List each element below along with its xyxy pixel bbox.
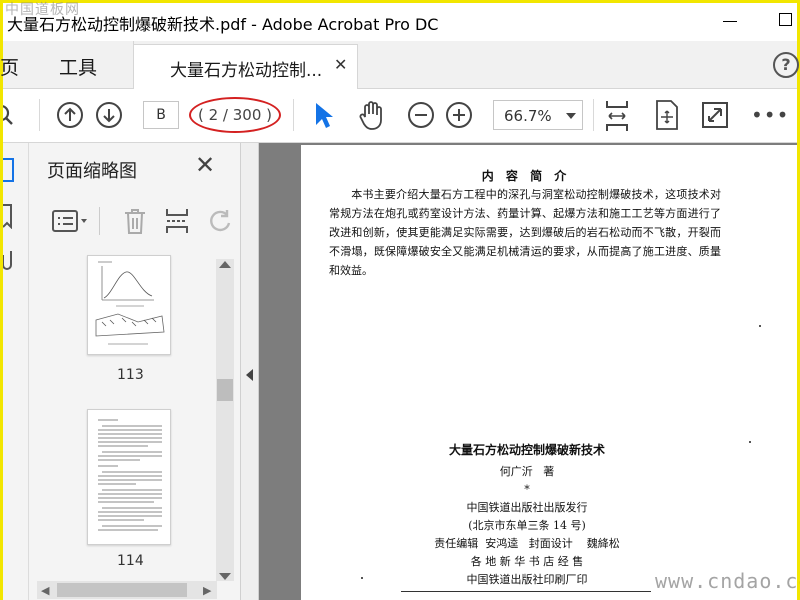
thumbnail-label: 114 — [117, 553, 144, 569]
previous-page-icon[interactable] — [56, 101, 84, 129]
scan-speck — [759, 325, 761, 327]
intro-paragraph: 本书主要介绍大量石方工程中的深孔与洞室松动控制爆破技术，这项技术对常规方法在炮孔… — [329, 185, 721, 280]
help-icon[interactable]: ? — [773, 52, 799, 78]
book-title: 大量石方松动控制爆破新技术 — [448, 443, 605, 457]
collapse-panel-icon[interactable] — [246, 369, 253, 381]
scan-speck — [361, 577, 363, 579]
thumbnail-preview — [95, 261, 165, 345]
menu-home[interactable]: 主页 — [0, 53, 19, 80]
hand-tool-icon[interactable] — [357, 99, 387, 131]
zoom-in-icon[interactable] — [445, 101, 473, 129]
scrollbar-thumb[interactable] — [217, 379, 233, 401]
toolbar: ( 2 / 300 ) 66.7% ••• — [3, 89, 797, 143]
page-thumbnail[interactable] — [87, 409, 171, 545]
page-number-input[interactable] — [143, 101, 179, 129]
menu-tools[interactable]: 工具 — [59, 53, 97, 80]
thumbnails-panel: 页面缩略图 ✕ 113 114 ◀ ▶ — [29, 143, 241, 600]
publisher-line: 中国铁道出版社出版发行 — [466, 501, 588, 514]
toolbar-separator — [99, 207, 100, 235]
bookmarks-icon[interactable] — [3, 203, 15, 229]
watermark-bottom: www.cndao.com — [655, 569, 800, 593]
scroll-left-arrow-icon[interactable]: ◀ — [41, 584, 49, 597]
watermark-top: 中国道板网 — [5, 2, 80, 18]
author-line: 何广沂 著 — [499, 465, 555, 478]
insert-page-icon[interactable] — [164, 207, 190, 235]
document-area[interactable]: 内 容 简 介 本书主要介绍大量石方工程中的深孔与洞室松动控制爆破技术，这项技术… — [259, 143, 797, 600]
search-icon[interactable] — [3, 103, 15, 127]
attachments-icon[interactable] — [3, 247, 15, 273]
panel-splitter[interactable] — [241, 143, 259, 600]
rotate-icon[interactable] — [207, 207, 233, 235]
page-thumbnail[interactable] — [87, 255, 171, 355]
rotate-view-icon[interactable] — [654, 99, 680, 131]
select-arrow-icon[interactable] — [313, 101, 335, 131]
thumbnail-preview — [98, 419, 162, 531]
thumbnails-vertical-scrollbar[interactable] — [216, 259, 234, 581]
distributor-line: 各 地 新 华 书 店 经 售 — [470, 555, 584, 568]
trash-icon[interactable] — [123, 207, 147, 235]
chevron-down-icon — [566, 113, 576, 119]
intro-paragraph-text: 本书主要介绍大量石方工程中的深孔与洞室松动控制爆破技术，这项技术对常规方法在炮孔… — [329, 188, 721, 277]
intro-heading: 内 容 简 介 — [481, 169, 571, 183]
left-navigation-rail — [3, 143, 29, 600]
next-page-icon[interactable] — [95, 101, 123, 129]
more-tools-icon[interactable]: ••• — [751, 103, 789, 127]
page-thumbnails-icon[interactable] — [3, 157, 17, 183]
scroll-up-arrow-icon[interactable] — [219, 261, 231, 268]
close-icon[interactable]: ✕ — [334, 55, 347, 74]
separator-asterisk: * — [524, 483, 530, 496]
thumbnail-options-icon[interactable] — [51, 209, 89, 233]
zoom-out-icon[interactable] — [407, 101, 435, 129]
document-tab[interactable]: 大量石方松动控制... ✕ — [134, 44, 358, 90]
address-line: (北京市东单三条 14 号) — [468, 519, 586, 532]
page-count-highlight-ring — [189, 97, 281, 133]
toolbar-separator — [39, 99, 40, 131]
scrollbar-thumb[interactable] — [57, 583, 187, 597]
scroll-right-arrow-icon[interactable]: ▶ — [203, 584, 211, 597]
thumbnails-horizontal-scrollbar[interactable]: ◀ ▶ — [37, 581, 217, 599]
toolbar-separator — [593, 99, 594, 131]
fit-page-icon[interactable] — [603, 99, 631, 133]
thumbnail-label: 113 — [117, 367, 144, 383]
thumbnails-panel-title: 页面缩略图 — [47, 161, 137, 182]
title-bar: 大量石方松动控制爆破新技术.pdf - Adobe Acrobat Pro DC… — [3, 2, 797, 41]
close-icon[interactable]: ✕ — [195, 151, 215, 179]
thumbnail-tools — [29, 199, 241, 243]
document-page: 内 容 简 介 本书主要介绍大量石方工程中的深孔与洞室松动控制爆破技术，这项技术… — [301, 145, 797, 600]
document-tab-label: 大量石方松动控制... — [170, 61, 323, 81]
zoom-select[interactable]: 66.7% — [493, 100, 583, 130]
toolbar-separator — [293, 99, 294, 131]
minimize-icon[interactable] — [723, 21, 737, 22]
full-screen-icon[interactable] — [701, 101, 729, 129]
maximize-icon[interactable] — [779, 13, 792, 26]
bottom-rule — [401, 591, 651, 592]
editor-line: 责任编辑 安鸿逵 封面设计 魏絳松 — [434, 537, 620, 550]
tab-bar: 主页 工具 大量石方松动控制... ✕ ? — [0, 41, 799, 90]
zoom-value: 66.7% — [504, 107, 552, 125]
scroll-down-arrow-icon[interactable] — [219, 573, 231, 580]
